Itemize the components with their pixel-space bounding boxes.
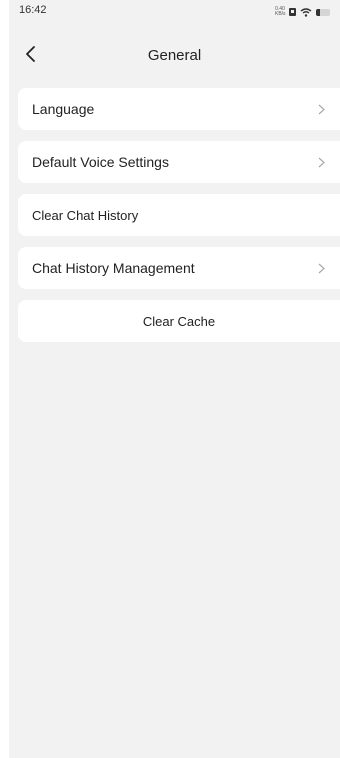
menu-item-label: Clear Chat History: [32, 207, 139, 223]
sim-icon: [289, 8, 296, 16]
clear-cache-button[interactable]: Clear Cache: [18, 300, 340, 342]
menu-item-chat-history-management[interactable]: Chat History Management: [18, 247, 340, 289]
menu-item-language[interactable]: Language: [18, 88, 340, 130]
chevron-right-icon: [316, 102, 326, 116]
status-bar: 16:42 0.40 KB/s: [9, 0, 340, 28]
network-speed-unit: KB/s: [275, 11, 286, 17]
menu-item-default-voice-settings[interactable]: Default Voice Settings: [18, 141, 340, 183]
wifi-icon: [300, 7, 312, 17]
battery-level-fill: [316, 8, 320, 16]
menu-item-label: Default Voice Settings: [32, 154, 169, 170]
status-time: 16:42: [19, 4, 47, 16]
menu-item-label: Chat History Management: [32, 260, 195, 276]
status-icons: 0.40 KB/s: [275, 7, 330, 17]
chevron-right-icon: [316, 155, 326, 169]
menu-item-clear-chat-history[interactable]: Clear Chat History: [18, 194, 340, 236]
clear-cache-label: Clear Cache: [142, 313, 216, 329]
menu-item-label: Language: [32, 101, 95, 117]
page-title: General: [147, 47, 202, 64]
header: General: [9, 36, 340, 76]
chevron-right-icon: [316, 261, 326, 275]
screen: 16:42 0.40 KB/s General Language Default…: [9, 0, 340, 758]
network-speed: 0.40 KB/s: [275, 7, 286, 17]
battery-icon: [316, 8, 330, 16]
